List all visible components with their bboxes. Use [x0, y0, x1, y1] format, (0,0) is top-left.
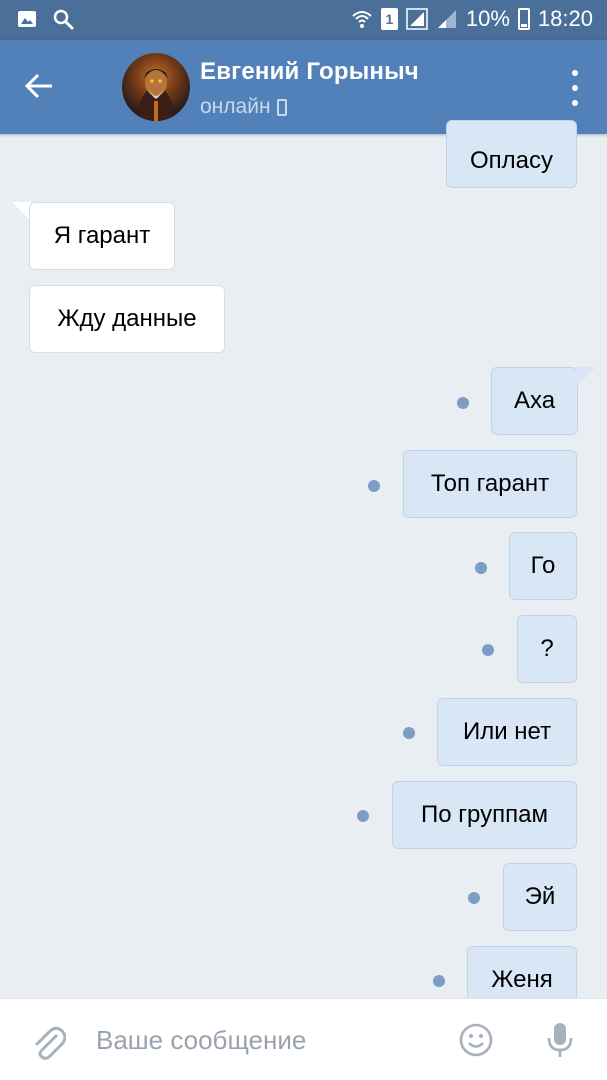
search-icon	[53, 9, 74, 30]
bubble-tail	[576, 367, 596, 387]
unread-indicator	[357, 810, 369, 822]
unread-indicator	[482, 644, 494, 656]
message-composer: Ваше сообщение	[0, 998, 607, 1080]
unread-indicator	[368, 480, 380, 492]
message-text: Или нет	[462, 718, 552, 745]
message-bubble-outgoing[interactable]: Или нет	[437, 698, 577, 766]
unread-indicator	[433, 975, 445, 987]
unread-indicator	[403, 727, 415, 739]
clock: 18:20	[537, 6, 593, 31]
message-input[interactable]: Ваше сообщение	[96, 1025, 306, 1056]
avatar[interactable]	[122, 53, 190, 121]
gallery-icon	[18, 11, 36, 27]
back-arrow-icon[interactable]	[22, 68, 58, 104]
emoji-icon[interactable]	[459, 1023, 493, 1057]
message-bubble-outgoing[interactable]: ?	[517, 615, 577, 683]
signal-icon	[437, 10, 456, 28]
message-text: Топ гарант	[430, 470, 550, 497]
battery-percent: 10%	[465, 6, 510, 31]
contact-status: онлайн	[200, 95, 287, 119]
message-bubble-outgoing[interactable]: Топ гарант	[403, 450, 577, 518]
unread-indicator	[475, 562, 487, 574]
message-text: Аха	[513, 387, 556, 414]
message-text: Женя	[491, 966, 553, 993]
message-text: Жду данные	[57, 305, 197, 332]
message-text: Го	[530, 552, 556, 579]
microphone-icon[interactable]	[545, 1021, 575, 1059]
message-text: По группам	[421, 801, 548, 828]
message-text: ?	[540, 635, 554, 662]
battery-icon	[517, 8, 530, 30]
message-text: Я гарант	[53, 222, 151, 249]
message-bubble-outgoing[interactable]: По группам	[392, 781, 577, 849]
sim-icon: 1	[380, 8, 398, 30]
unread-indicator	[457, 397, 469, 409]
unread-indicator	[468, 892, 480, 904]
contact-name[interactable]: Евгений Горыныч	[200, 58, 419, 86]
message-bubble-outgoing[interactable]: Эй	[503, 863, 577, 931]
status-bar: 1 10% 18:20	[0, 0, 607, 40]
message-bubble-outgoing[interactable]: Го	[509, 532, 577, 600]
message-bubble-incoming[interactable]: Жду данные	[29, 285, 225, 353]
signal-icon	[406, 8, 428, 30]
attach-icon[interactable]	[30, 1022, 66, 1062]
wifi-icon	[352, 11, 372, 28]
status-text: онлайн	[200, 95, 271, 118]
message-bubble-outgoing[interactable]: Опласу	[446, 120, 577, 188]
mobile-phone-icon	[276, 98, 287, 116]
message-bubble-outgoing[interactable]: Аха	[491, 367, 578, 435]
message-bubble-incoming[interactable]: Я гарант	[29, 202, 175, 270]
more-vert-icon[interactable]	[567, 70, 583, 106]
message-text: Эй	[524, 883, 556, 910]
message-text: Опласу	[469, 147, 553, 174]
